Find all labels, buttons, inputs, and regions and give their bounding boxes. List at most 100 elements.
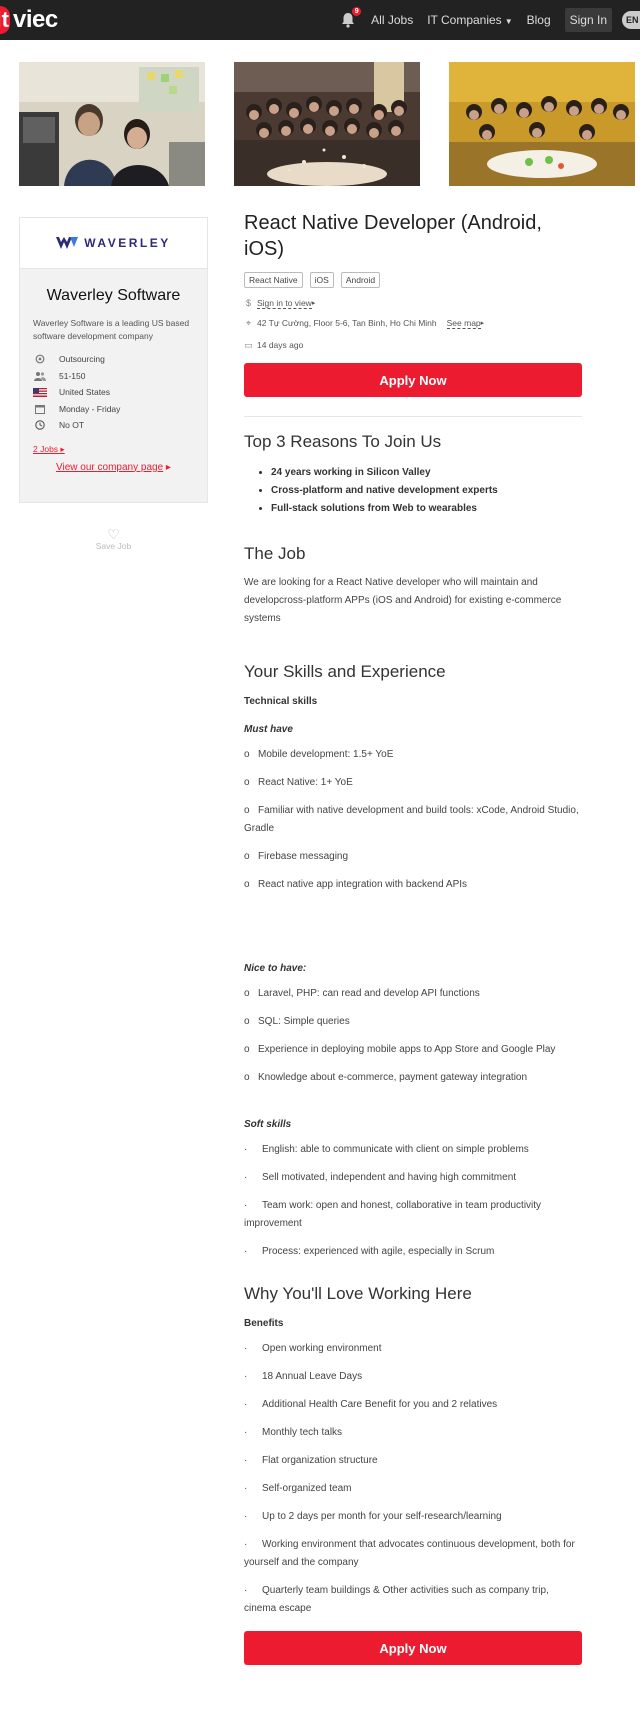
view-company-page-label: View our company page — [56, 461, 164, 473]
itviec-logo[interactable]: it viec — [0, 6, 58, 34]
company-logo[interactable]: WAVERLEY — [20, 218, 207, 269]
company-jobs-link[interactable]: 2 Jobs ▸ — [33, 444, 194, 455]
chevron-right-icon: ▸ — [60, 443, 65, 454]
skill-tag[interactable]: iOS — [309, 272, 334, 288]
address-row: ⌖ 42 Tự Cường, Floor 5-6, Tan Binh, Ho C… — [244, 317, 582, 329]
save-job-button[interactable]: ♡ Save Job — [19, 527, 208, 551]
fact-working-days: Monday - Friday — [33, 401, 194, 418]
company-photo-1[interactable] — [19, 62, 205, 186]
company-facts: Outsourcing 51-150 United States Monday … — [33, 351, 194, 434]
bullet: o — [244, 851, 250, 862]
list-item-text: 18 Annual Leave Days — [262, 1371, 363, 1382]
list-item: · Flat organization structure — [244, 1452, 582, 1470]
list-item-text: Monthly tech talks — [262, 1427, 343, 1438]
list-item: · Quarterly team buildings & Other activi… — [244, 1582, 582, 1618]
fact-company-type-text: Outsourcing — [59, 354, 105, 365]
bullet: · — [244, 1539, 248, 1550]
nav-it-companies-label: IT Companies — [427, 13, 502, 27]
apply-now-button-bottom[interactable]: Apply Now — [244, 1631, 582, 1665]
nav-all-jobs[interactable]: All Jobs — [371, 13, 413, 27]
reason-item: Full-stack solutions from Web to wearabl… — [271, 500, 582, 518]
bullet: · — [244, 1371, 248, 1382]
reason-item: 24 years working in Silicon Valley — [271, 464, 582, 482]
company-photo-3[interactable] — [449, 62, 635, 186]
nav-it-companies[interactable]: IT Companies ▼ — [427, 13, 512, 27]
soft-skills-list: · English: able to communicate with clien… — [244, 1141, 582, 1261]
list-item-text: Working environment that advocates conti… — [244, 1539, 575, 1568]
language-switch[interactable]: EN — [622, 11, 640, 29]
nice-to-have-label: Nice to have: — [244, 963, 307, 974]
benefits-list: · Open working environment · 18 Annual Lea… — [244, 1340, 582, 1618]
company-name[interactable]: Waverley Software — [20, 287, 207, 305]
reason-item: Cross-platform and native development ex… — [271, 482, 582, 500]
list-item: · English: able to communicate with clien… — [244, 1141, 582, 1159]
chevron-down-icon: ▼ — [504, 17, 513, 26]
fact-company-size-text: 51-150 — [59, 370, 86, 381]
users-icon — [33, 371, 47, 381]
posted-date: 14 days ago — [257, 340, 304, 350]
technical-skills-label: Technical skills — [244, 696, 318, 707]
top-navbar: it viec 9 All Jobs IT Companies▼ Blog Si… — [0, 0, 640, 40]
sign-in-to-view-link[interactable]: Sign in to view — [257, 298, 312, 309]
calendar-icon — [33, 404, 47, 414]
bullet: o — [244, 879, 250, 890]
the-job-text: We are looking for a React Native develo… — [244, 577, 562, 624]
fact-company-size: 51-150 — [33, 368, 194, 385]
list-item: · Sell motivated, independent and having … — [244, 1169, 582, 1187]
company-card: WAVERLEY Waverley Software Waverley Soft… — [19, 217, 208, 503]
logo-viec-text: viec — [13, 6, 58, 33]
map-pin-icon: ⌖ — [245, 317, 252, 328]
must-have-label: Must have — [244, 724, 293, 735]
nav-blog[interactable]: Blog — [527, 13, 551, 27]
list-item: o Knowledge about e-commerce, payment gat… — [244, 1069, 582, 1087]
sign-in-button[interactable]: Sign In — [564, 8, 612, 32]
list-item: · Working environment that advocates cont… — [244, 1536, 582, 1572]
company-photo-2[interactable] — [234, 62, 420, 186]
clock-icon — [33, 420, 47, 430]
company-description: Waverley Software is a leading US based … — [33, 318, 190, 341]
list-item: o Experience in deploying mobile apps to … — [244, 1041, 582, 1059]
list-item-text: Additional Health Care Benefit for you a… — [262, 1399, 498, 1410]
apply-now-button[interactable]: Apply Now — [244, 363, 582, 397]
calendar-icon: ▭ — [244, 339, 253, 350]
fact-company-type: Outsourcing — [33, 351, 194, 368]
list-item: · Monthly tech talks — [244, 1424, 582, 1442]
list-item-text: Familiar with native development and bui… — [244, 805, 579, 834]
list-item: · Process: experienced with agile, especi… — [244, 1243, 582, 1261]
soft-skills-label: Soft skills — [244, 1119, 292, 1130]
list-item: o SQL: Simple queries — [244, 1013, 582, 1031]
list-item-text: Flat organization structure — [262, 1455, 378, 1466]
job-address: 42 Tự Cường, Floor 5-6, Tan Binh, Ho Chi… — [257, 318, 437, 328]
list-item: o React Native: 1+ YoE — [244, 774, 582, 792]
see-map-link[interactable]: See map — [446, 318, 481, 329]
list-item-text: Self-organized team — [262, 1483, 352, 1494]
list-item-text: React native app integration with backen… — [258, 879, 468, 890]
salary-row: $ Sign in to view ▸ — [244, 297, 582, 309]
list-item: · 18 Annual Leave Days — [244, 1368, 582, 1386]
skill-tag[interactable]: Android — [340, 272, 381, 288]
fact-country: United States — [33, 384, 194, 401]
bullet: · — [244, 1343, 248, 1354]
logo-it-mark: it — [0, 6, 10, 34]
chevron-right-icon: ▸ — [480, 320, 485, 327]
notification-bell-icon[interactable]: 9 — [341, 7, 362, 28]
skill-tag[interactable]: React Native — [244, 272, 303, 288]
fact-working-days-text: Monday - Friday — [59, 403, 121, 414]
skills-heading: Your Skills and Experience — [244, 662, 446, 681]
skill-tags: React Native iOS Android — [244, 272, 582, 288]
list-item: · Self-organized team — [244, 1480, 582, 1498]
save-job-label: Save Job — [95, 541, 132, 551]
bullet: o — [244, 1072, 250, 1083]
chevron-right-icon: ▸ — [311, 300, 316, 307]
list-item-text: Process: experienced with agile, especia… — [262, 1246, 495, 1257]
waverley-mark-icon — [56, 237, 79, 249]
bullet: · — [244, 1144, 248, 1155]
bullet: · — [244, 1511, 248, 1522]
posted-row: ▭ 14 days ago — [244, 339, 582, 351]
list-item: · Up to 2 days per month for your self-re… — [244, 1508, 582, 1526]
view-company-page-link[interactable]: View our company page ▸ — [20, 462, 207, 473]
gear-icon — [33, 354, 47, 364]
benefits-label: Benefits — [244, 1318, 284, 1329]
fact-overtime: No OT — [33, 417, 194, 434]
bullet: · — [244, 1483, 248, 1494]
